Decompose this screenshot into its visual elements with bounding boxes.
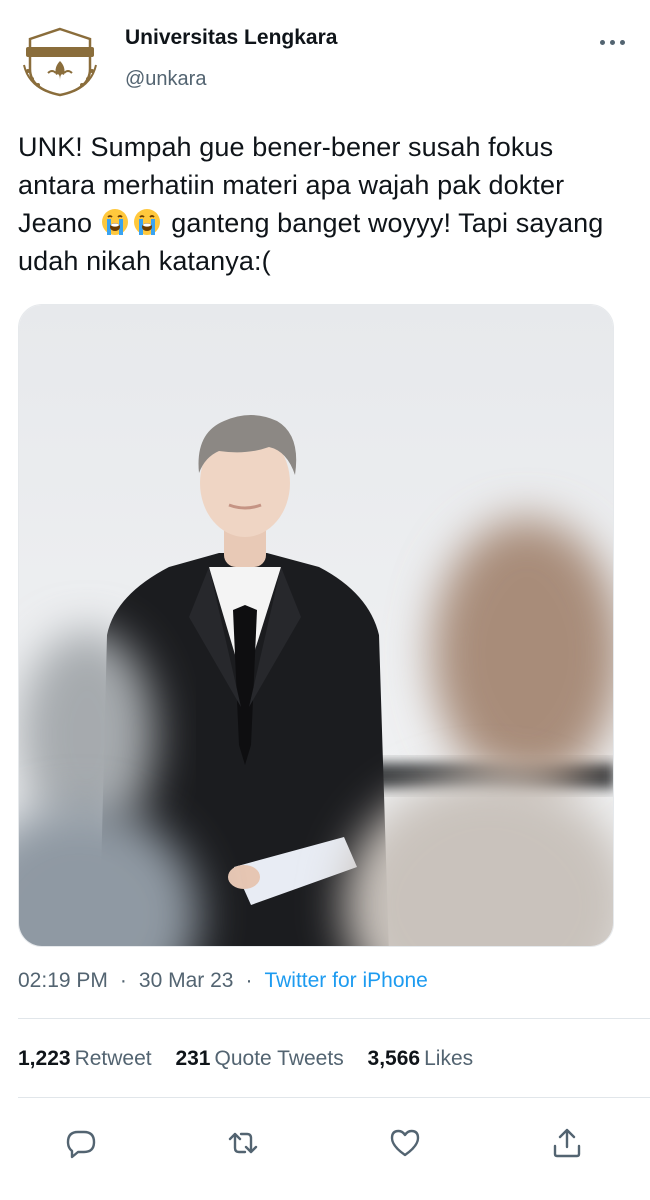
retweets-stat[interactable]: 1,223 Retweet: [18, 1047, 152, 1071]
meta-separator: ·: [119, 969, 127, 992]
quote-tweets-count: 231: [175, 1047, 211, 1070]
reply-icon: [66, 1130, 96, 1159]
tweet-source-link[interactable]: Twitter for iPhone: [264, 969, 427, 992]
quote-tweets-label: Quote Tweets: [214, 1047, 344, 1070]
tweet-text: UNK! Sumpah gue bener-bener susah fokus …: [18, 128, 633, 280]
avatar[interactable]: [18, 25, 102, 99]
tweet-date[interactable]: 30 Mar 23: [139, 969, 234, 992]
divider: [18, 1018, 650, 1019]
university-crest-icon: [23, 27, 97, 97]
tweet-time[interactable]: 02:19 PM: [18, 969, 108, 992]
retweets-label: Retweet: [74, 1047, 152, 1070]
loudly-crying-face-icon: [101, 209, 128, 235]
tweet-meta: 02:19 PM · 30 Mar 23 · Twitter for iPhone: [18, 969, 428, 993]
share-button[interactable]: [550, 1126, 584, 1160]
account-name[interactable]: Universitas Lengkara: [125, 26, 337, 50]
more-dot: [610, 40, 615, 45]
likes-label: Likes: [424, 1047, 474, 1070]
divider: [18, 1097, 650, 1098]
retweet-icon: [228, 1132, 258, 1154]
like-icon: [390, 1129, 420, 1157]
more-options-icon[interactable]: [598, 34, 628, 50]
tweet-stats: 1,223 Retweet 231 Quote Tweets 3,566 Likes: [18, 1047, 491, 1071]
more-dot: [600, 40, 605, 45]
tweet-actions: [0, 1118, 650, 1168]
retweets-count: 1,223: [18, 1047, 71, 1070]
account-handle[interactable]: @unkara: [125, 68, 206, 91]
reply-button[interactable]: [64, 1126, 98, 1160]
share-icon: [553, 1128, 581, 1158]
likes-count: 3,566: [367, 1047, 421, 1070]
likes-stat[interactable]: 3,566 Likes: [368, 1047, 474, 1071]
like-button[interactable]: [388, 1126, 422, 1160]
more-dot: [620, 40, 625, 45]
quote-tweets-stat[interactable]: 231 Quote Tweets: [175, 1047, 343, 1071]
photo-man-in-suit-illustration: [19, 305, 613, 946]
tweet-header: Universitas Lengkara @unkara: [0, 0, 650, 110]
retweet-button[interactable]: [226, 1126, 260, 1160]
tweet-photo[interactable]: [18, 304, 614, 947]
meta-separator: ·: [245, 969, 253, 992]
loudly-crying-face-icon: [133, 209, 160, 235]
